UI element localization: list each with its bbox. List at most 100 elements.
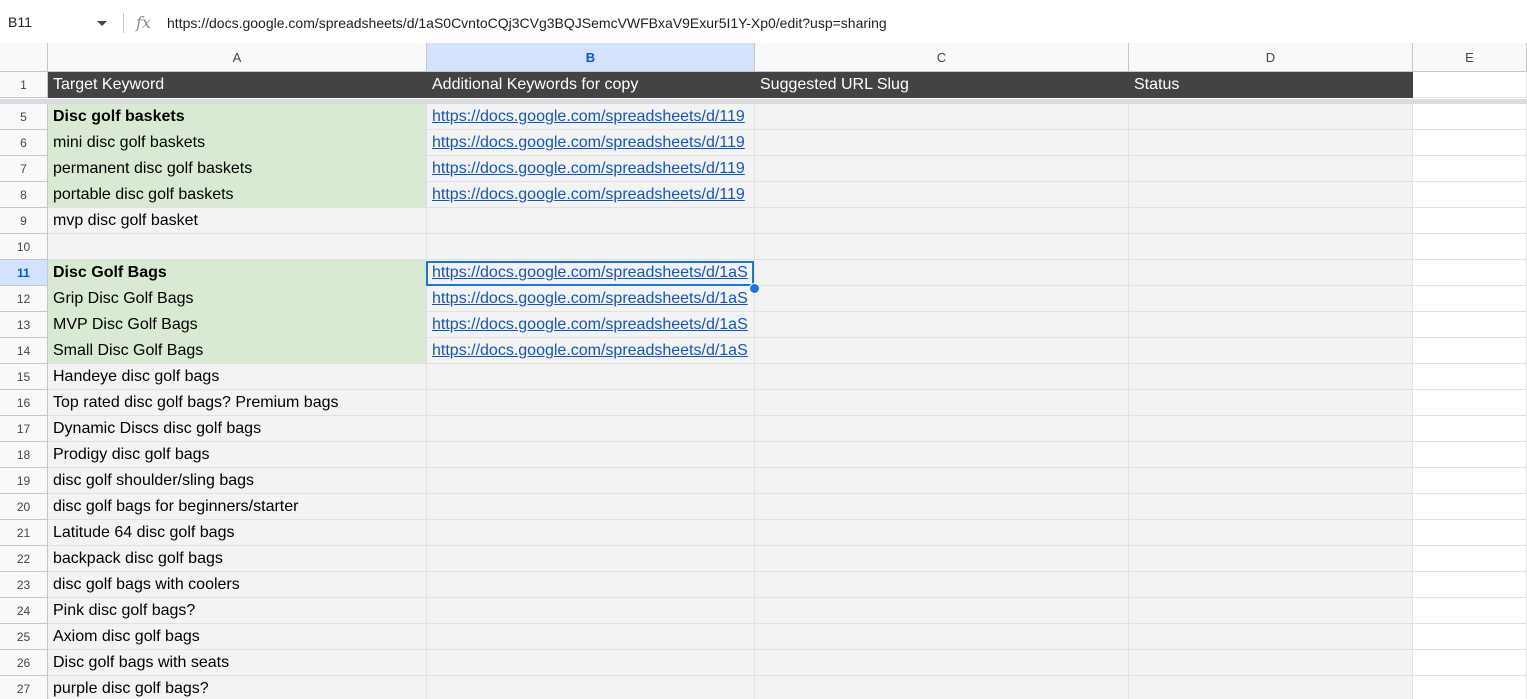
fill-handle[interactable]	[749, 283, 760, 294]
cell-additional-keywords[interactable]	[427, 234, 755, 260]
cell-additional-keywords[interactable]	[427, 494, 755, 520]
cell-status[interactable]	[1129, 598, 1413, 624]
row-number[interactable]: 26	[0, 650, 48, 676]
row-number[interactable]: 12	[0, 286, 48, 312]
cell-target-keyword[interactable]: backpack disc golf bags	[48, 546, 427, 572]
column-header-c[interactable]: C	[755, 43, 1129, 72]
cell-url-slug[interactable]	[755, 572, 1129, 598]
header-cell-url-slug[interactable]: Suggested URL Slug	[755, 72, 1129, 98]
cell-status[interactable]	[1129, 416, 1413, 442]
cell-target-keyword[interactable]: MVP Disc Golf Bags	[48, 312, 427, 338]
cell-status[interactable]	[1129, 546, 1413, 572]
row-number[interactable]: 15	[0, 364, 48, 390]
formula-input[interactable]: https://docs.google.com/spreadsheets/d/1…	[167, 15, 887, 31]
cell-target-keyword[interactable]: Prodigy disc golf bags	[48, 442, 427, 468]
cell-url-slug[interactable]	[755, 234, 1129, 260]
row-number[interactable]: 10	[0, 234, 48, 260]
cell-additional-keywords[interactable]	[427, 546, 755, 572]
cell-e[interactable]	[1413, 364, 1527, 390]
row-number[interactable]: 18	[0, 442, 48, 468]
cell-e[interactable]	[1413, 572, 1527, 598]
cell-additional-keywords[interactable]	[427, 390, 755, 416]
row-number[interactable]: 25	[0, 624, 48, 650]
cell-e[interactable]	[1413, 104, 1527, 130]
header-cell-additional-keywords[interactable]: Additional Keywords for copy	[427, 72, 755, 98]
row-number[interactable]: 22	[0, 546, 48, 572]
cell-e[interactable]	[1413, 130, 1527, 156]
cell-e[interactable]	[1413, 260, 1527, 286]
cell-e[interactable]	[1413, 208, 1527, 234]
cell-e[interactable]	[1413, 312, 1527, 338]
cell-url-slug[interactable]	[755, 104, 1129, 130]
row-number[interactable]: 20	[0, 494, 48, 520]
cell-target-keyword[interactable]	[48, 234, 427, 260]
cell-status[interactable]	[1129, 676, 1413, 699]
cell-url-slug[interactable]	[755, 130, 1129, 156]
cell-keywords-link[interactable]: https://docs.google.com/spreadsheets/d/1…	[427, 156, 755, 182]
cell-url-slug[interactable]	[755, 208, 1129, 234]
cell-additional-keywords[interactable]	[427, 442, 755, 468]
cell-url-slug[interactable]	[755, 442, 1129, 468]
cell-additional-keywords[interactable]	[427, 208, 755, 234]
cell-status[interactable]	[1129, 442, 1413, 468]
name-box[interactable]: B11	[0, 6, 120, 38]
cell-url-slug[interactable]	[755, 676, 1129, 699]
column-header-a[interactable]: A	[48, 43, 427, 72]
cell-additional-keywords[interactable]	[427, 624, 755, 650]
cell-e[interactable]	[1413, 156, 1527, 182]
cell-e[interactable]	[1413, 234, 1527, 260]
row-number[interactable]: 11	[0, 260, 48, 286]
cell-e[interactable]	[1413, 182, 1527, 208]
row-number[interactable]: 23	[0, 572, 48, 598]
cell-additional-keywords[interactable]	[427, 364, 755, 390]
row-number[interactable]: 5	[0, 104, 48, 130]
cell-status[interactable]	[1129, 182, 1413, 208]
cell-status[interactable]	[1129, 520, 1413, 546]
cell-url-slug[interactable]	[755, 598, 1129, 624]
cell-target-keyword[interactable]: Grip Disc Golf Bags	[48, 286, 427, 312]
cell-status[interactable]	[1129, 286, 1413, 312]
cell-status[interactable]	[1129, 364, 1413, 390]
cell-status[interactable]	[1129, 312, 1413, 338]
cell-additional-keywords[interactable]	[427, 416, 755, 442]
cell-target-keyword[interactable]: Dynamic Discs disc golf bags	[48, 416, 427, 442]
cell-url-slug[interactable]	[755, 624, 1129, 650]
row-number[interactable]: 16	[0, 390, 48, 416]
cell-target-keyword[interactable]: disc golf shoulder/sling bags	[48, 468, 427, 494]
cell-url-slug[interactable]	[755, 286, 1129, 312]
cell-status[interactable]	[1129, 104, 1413, 130]
cell-e[interactable]	[1413, 442, 1527, 468]
cell-additional-keywords[interactable]	[427, 598, 755, 624]
cell-status[interactable]	[1129, 260, 1413, 286]
cell-keywords-link[interactable]: https://docs.google.com/spreadsheets/d/1…	[427, 182, 755, 208]
cell-target-keyword[interactable]: Disc Golf Bags	[48, 260, 427, 286]
cell-target-keyword[interactable]: purple disc golf bags?	[48, 676, 427, 699]
cell-keywords-link[interactable]: https://docs.google.com/spreadsheets/d/1…	[427, 260, 755, 286]
cell-url-slug[interactable]	[755, 182, 1129, 208]
row-number[interactable]: 24	[0, 598, 48, 624]
cell-target-keyword[interactable]: Pink disc golf bags?	[48, 598, 427, 624]
cell-additional-keywords[interactable]	[427, 572, 755, 598]
cell-e[interactable]	[1413, 624, 1527, 650]
cell-target-keyword[interactable]: permanent disc golf baskets	[48, 156, 427, 182]
header-cell-status[interactable]: Status	[1129, 72, 1413, 98]
cell-e[interactable]	[1413, 546, 1527, 572]
row-number[interactable]: 13	[0, 312, 48, 338]
cell-target-keyword[interactable]: disc golf bags for beginners/starter	[48, 494, 427, 520]
cell-e[interactable]	[1413, 650, 1527, 676]
select-all-corner[interactable]	[0, 43, 48, 72]
cell-url-slug[interactable]	[755, 156, 1129, 182]
cell-url-slug[interactable]	[755, 520, 1129, 546]
cell-e[interactable]	[1413, 416, 1527, 442]
cell-target-keyword[interactable]: mvp disc golf basket	[48, 208, 427, 234]
cell-url-slug[interactable]	[755, 650, 1129, 676]
cell-url-slug[interactable]	[755, 390, 1129, 416]
cell-target-keyword[interactable]: Top rated disc golf bags? Premium bags	[48, 390, 427, 416]
cell-additional-keywords[interactable]	[427, 468, 755, 494]
cell-e[interactable]	[1413, 676, 1527, 699]
cell-target-keyword[interactable]: Disc golf baskets	[48, 104, 427, 130]
cell-keywords-link[interactable]: https://docs.google.com/spreadsheets/d/1…	[427, 338, 755, 364]
cell-e[interactable]	[1413, 390, 1527, 416]
row-number[interactable]: 14	[0, 338, 48, 364]
cell-target-keyword[interactable]: disc golf bags with coolers	[48, 572, 427, 598]
